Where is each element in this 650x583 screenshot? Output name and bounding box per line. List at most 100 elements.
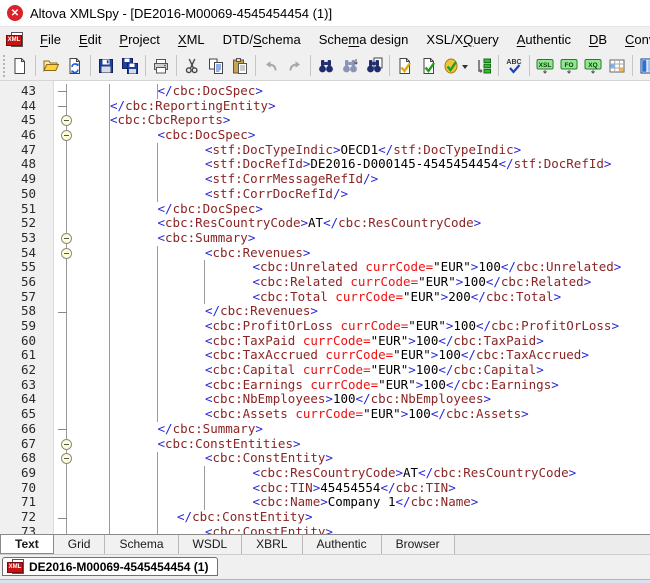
fold-collapse-button[interactable] — [61, 130, 72, 141]
code-line-51[interactable]: 51</cbc:DocSpec> — [0, 202, 650, 217]
code-line-46[interactable]: 46<cbc:DocSpec> — [0, 128, 650, 143]
save-button[interactable] — [94, 54, 118, 78]
toolbar-drag-handle[interactable] — [3, 55, 5, 77]
new-document-button[interactable] — [8, 54, 32, 78]
code-line-66[interactable]: 66</cbc:Summary> — [0, 422, 650, 437]
code-line-52[interactable]: 52<cbc:ResCountryCode>AT</cbc:ResCountry… — [0, 216, 650, 231]
find-button[interactable] — [314, 54, 338, 78]
menu-item-edit[interactable]: Edit — [70, 29, 110, 50]
code-line-55[interactable]: 55<cbc:Unrelated currCode="EUR">100</cbc… — [0, 260, 650, 275]
code-line-63[interactable]: 63<cbc:Earnings currCode="EUR">100</cbc:… — [0, 378, 650, 393]
code-token — [295, 362, 303, 377]
menu-item-xsl-xquery[interactable]: XSL/XQuery — [417, 29, 507, 50]
code-line-64[interactable]: 64<cbc:NbEmployees>100</cbc:NbEmployees> — [0, 392, 650, 407]
code-line-44[interactable]: 44</cbc:ReportingEntity> — [0, 99, 650, 114]
assign-schema-button[interactable] — [471, 54, 495, 78]
code-line-text: </cbc:DocSpec> — [158, 84, 263, 99]
code-line-59[interactable]: 59<cbc:ProfitOrLoss currCode="EUR">100</… — [0, 319, 650, 334]
line-number: 59 — [0, 319, 36, 334]
fold-collapse-button[interactable] — [61, 439, 72, 450]
line-number: 43 — [0, 84, 36, 99]
xsl-button[interactable]: XSL — [533, 54, 557, 78]
code-line-72[interactable]: 72</cbc:ConstEntity> — [0, 510, 650, 525]
menu-char: m — [348, 32, 359, 47]
code-line-43[interactable]: 43 </cbc:DocSpec> — [0, 84, 650, 99]
view-tab-wsdl[interactable]: WSDL — [179, 535, 243, 554]
view-tab-text[interactable]: Text — [0, 535, 54, 554]
code-token: 100 — [333, 391, 356, 406]
reload-file-button[interactable] — [63, 54, 87, 78]
menu-char: e — [377, 32, 384, 47]
validate-button[interactable] — [417, 54, 441, 78]
code-line-53[interactable]: 53<cbc:Summary> — [0, 231, 650, 246]
open-folder-button[interactable] — [39, 54, 63, 78]
grid-view-button[interactable] — [636, 54, 650, 78]
code-line-57[interactable]: 57<cbc:Total currCode="EUR">200</cbc:Tot… — [0, 290, 650, 305]
paste-button[interactable] — [228, 54, 252, 78]
code-line-69[interactable]: 69<cbc:ResCountryCode>AT</cbc:ResCountry… — [0, 466, 650, 481]
document-tab-strip: XML DE2016-M00069-4545454454 (1) — [0, 554, 650, 579]
code-token: > — [268, 98, 276, 113]
code-line-70[interactable]: 70<cbc:TIN>45454554</cbc:TIN> — [0, 481, 650, 496]
view-tab-grid[interactable]: Grid — [54, 535, 106, 554]
code-line-68[interactable]: 68<cbc:ConstEntity> — [0, 451, 650, 466]
menu-item-project[interactable]: Project — [110, 29, 169, 50]
print-button[interactable] — [149, 54, 173, 78]
code-line-56[interactable]: 56<cbc:Related currCode="EUR">100</cbc:R… — [0, 275, 650, 290]
code-line-73[interactable]: 73<cbc:ConstEntity> — [0, 525, 650, 534]
document-tab[interactable]: XML DE2016-M00069-4545454454 (1) — [2, 557, 218, 576]
xq-button[interactable]: XQ — [581, 54, 605, 78]
code-token: </ — [205, 303, 220, 318]
menu-item-schema-design[interactable]: Schema design — [310, 29, 418, 50]
menu-item-file[interactable]: File — [31, 29, 70, 50]
fold-end-tick — [58, 106, 67, 107]
fo-button[interactable]: FO — [557, 54, 581, 78]
text-view-editor[interactable]: 43</cbc:DocSpec>44</cbc:ReportingEntity>… — [0, 81, 650, 534]
fold-collapse-button[interactable] — [61, 248, 72, 259]
code-line-61[interactable]: 61<cbc:TaxAccrued currCode="EUR">100</cb… — [0, 348, 650, 363]
menu-item-convert[interactable]: Convert — [616, 29, 650, 50]
code-token: </ — [323, 215, 338, 230]
code-token: cbc:ReportingEntity — [125, 98, 268, 113]
code-line-50[interactable]: 50<stf:CorrDocRefId/> — [0, 187, 650, 202]
code-token: cbc:Total — [260, 289, 328, 304]
line-number: 50 — [0, 187, 36, 202]
menu-item-authentic[interactable]: Authentic — [508, 29, 580, 50]
code-token: </ — [486, 274, 501, 289]
code-line-54[interactable]: 54<cbc:Revenues> — [0, 246, 650, 261]
code-line-71[interactable]: 71<cbc:Name>Company 1</cbc:Name> — [0, 495, 650, 510]
menu-item-xml[interactable]: XML — [169, 29, 214, 50]
view-tab-browser[interactable]: Browser — [382, 535, 455, 554]
view-tab-authentic[interactable]: Authentic — [303, 535, 382, 554]
code-line-47[interactable]: 47<stf:DocTypeIndic>OECD1</stf:DocTypeIn… — [0, 143, 650, 158]
line-number: 44 — [0, 99, 36, 114]
spelling-button[interactable]: ABC — [502, 54, 526, 78]
code-line-45[interactable]: 45<cbc:CbcReports> — [0, 113, 650, 128]
code-line-62[interactable]: 62<cbc:Capital currCode="EUR">100</cbc:C… — [0, 363, 650, 378]
find-in-files-button[interactable] — [362, 54, 386, 78]
code-line-49[interactable]: 49<stf:CorrMessageRefId/> — [0, 172, 650, 187]
view-tab-schema[interactable]: Schema — [105, 535, 178, 554]
menu-item-dtd-schema[interactable]: DTD/Schema — [214, 29, 310, 50]
check-wellformed-button[interactable] — [393, 54, 417, 78]
code-token: < — [158, 215, 166, 230]
code-token: > — [305, 509, 313, 524]
copy-button[interactable] — [204, 54, 228, 78]
fold-collapse-button[interactable] — [61, 233, 72, 244]
menu-item-db[interactable]: DB — [580, 29, 616, 50]
code-line-58[interactable]: 58</cbc:Revenues> — [0, 304, 650, 319]
code-line-48[interactable]: 48<stf:DocRefId>DE2016-D000145-454545445… — [0, 157, 650, 172]
code-line-67[interactable]: 67<cbc:ConstEntities> — [0, 437, 650, 452]
code-line-65[interactable]: 65<cbc:Assets currCode="EUR">100</cbc:As… — [0, 407, 650, 422]
code-token: < — [205, 391, 213, 406]
code-line-text: <cbc:Total currCode="EUR">200</cbc:Total… — [253, 290, 562, 305]
view-tab-xbrl[interactable]: XBRL — [242, 535, 302, 554]
code-line-60[interactable]: 60<cbc:TaxPaid currCode="EUR">100</cbc:T… — [0, 334, 650, 349]
code-line-text: <cbc:Name>Company 1</cbc:Name> — [253, 495, 479, 510]
code-token: </ — [158, 201, 173, 216]
cut-button[interactable] — [180, 54, 204, 78]
line-number: 56 — [0, 275, 36, 290]
table-columns-button[interactable] — [605, 54, 629, 78]
save-all-button[interactable] — [118, 54, 142, 78]
validate-dropdown-button[interactable] — [441, 54, 471, 78]
